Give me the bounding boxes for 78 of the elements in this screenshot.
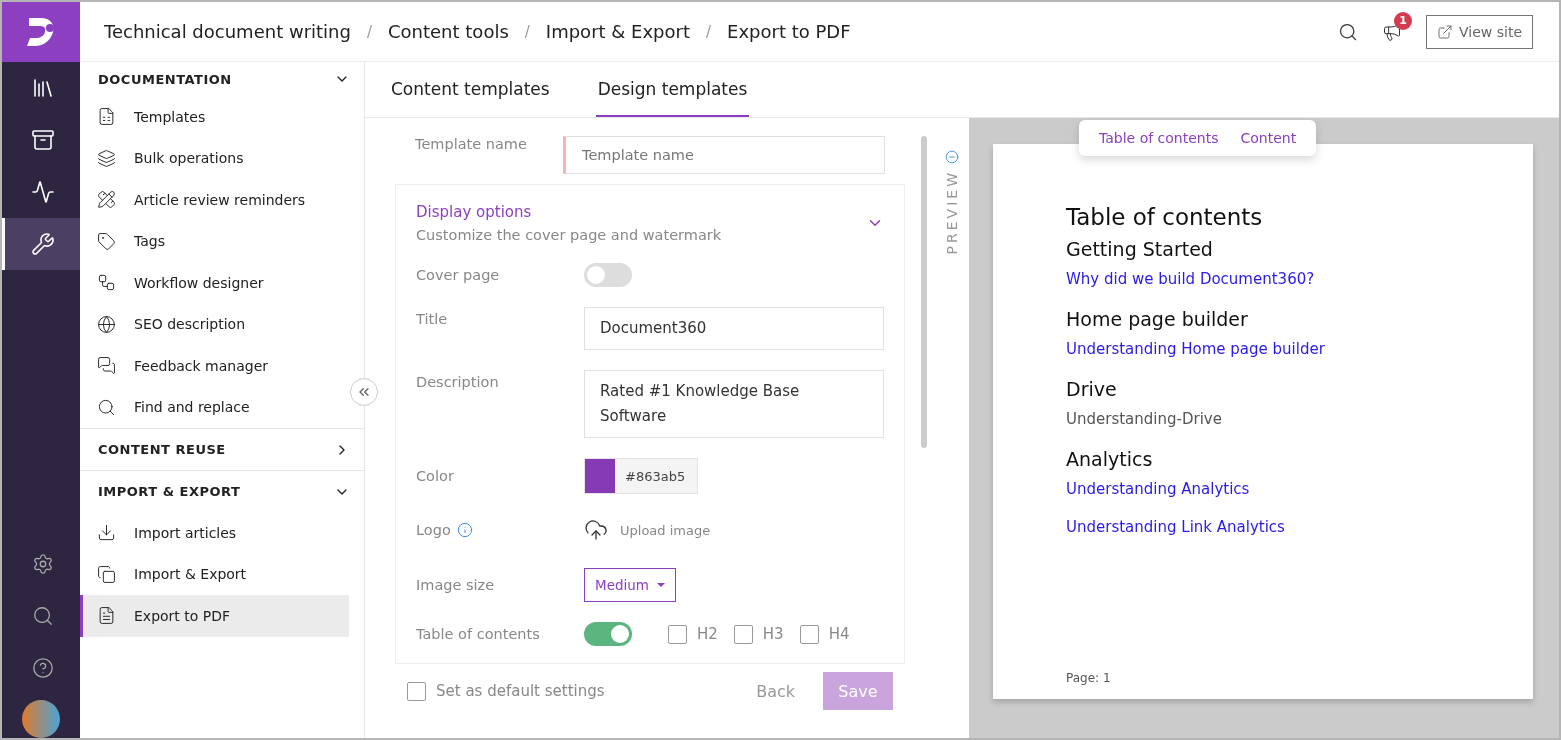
section-title: Display options bbox=[416, 203, 533, 221]
breadcrumb-item[interactable]: Import & Export bbox=[545, 21, 690, 42]
tab[interactable]: Design templates bbox=[595, 62, 750, 117]
pencil-ruler-icon bbox=[97, 190, 116, 210]
preview-link[interactable]: Understanding Home page builder bbox=[1066, 340, 1513, 358]
checkbox[interactable] bbox=[799, 624, 819, 644]
checkbox[interactable] bbox=[668, 624, 687, 644]
copy-icon bbox=[97, 564, 116, 584]
archive-icon bbox=[30, 128, 55, 152]
preview-tab[interactable]: Content bbox=[1240, 130, 1297, 146]
field-label: Cover page bbox=[416, 267, 501, 283]
field-label: Description bbox=[416, 373, 500, 390]
search-icon bbox=[97, 397, 116, 417]
tools-icon bbox=[30, 232, 55, 256]
cover-page-toggle[interactable] bbox=[584, 263, 632, 287]
external-link-icon bbox=[1437, 23, 1454, 40]
logo-icon bbox=[2, 2, 80, 62]
workflow-icon bbox=[97, 273, 116, 293]
preview-link[interactable]: Understanding Analytics bbox=[1066, 480, 1513, 498]
help-icon bbox=[31, 657, 54, 679]
preview-title: Table of contents bbox=[1066, 204, 1264, 230]
search-icon bbox=[31, 605, 54, 627]
breadcrumb-separator: / bbox=[524, 22, 530, 41]
download-icon bbox=[97, 523, 116, 543]
notification-badge: 1 bbox=[1394, 11, 1413, 30]
collapse-icon[interactable] bbox=[945, 150, 959, 164]
preview-heading: Getting Started bbox=[1066, 238, 1214, 260]
upload-image-button[interactable]: Upload image bbox=[584, 518, 711, 542]
tag-icon bbox=[97, 231, 116, 251]
color-picker[interactable]: #863ab5 bbox=[584, 458, 699, 494]
collapse-button[interactable] bbox=[350, 378, 378, 406]
template-name-input[interactable]: Template name bbox=[563, 136, 885, 174]
field-label: Image size bbox=[416, 577, 496, 593]
checkbox[interactable] bbox=[733, 624, 753, 644]
preview-heading: Analytics bbox=[1066, 448, 1154, 470]
preview-heading: Drive bbox=[1066, 378, 1118, 400]
pdf-file-icon bbox=[97, 606, 116, 626]
image-size-select[interactable]: Medium bbox=[584, 568, 676, 602]
checkbox[interactable] bbox=[407, 681, 426, 701]
field-label: Color bbox=[416, 468, 455, 484]
field-label: Table of contents bbox=[416, 626, 541, 642]
checkbox-label: H3 bbox=[762, 625, 784, 643]
field-label: Title bbox=[416, 310, 449, 327]
chat-icon bbox=[97, 356, 116, 376]
field-label: Logo bbox=[416, 522, 451, 538]
spreadsheet-icon bbox=[97, 107, 116, 127]
preview-label: PREVIEW bbox=[944, 170, 960, 255]
field-label: Template name bbox=[414, 136, 528, 152]
title-input[interactable]: Document360 bbox=[584, 307, 884, 350]
preview-link[interactable]: Understanding Link Analytics bbox=[1066, 518, 1513, 536]
info-icon[interactable] bbox=[456, 522, 473, 538]
sidebar-item[interactable]: Export to PDF bbox=[80, 595, 349, 637]
checkbox-label: H4 bbox=[828, 625, 850, 643]
tab[interactable]: Content templates bbox=[389, 62, 552, 117]
breadcrumb-separator: / bbox=[366, 22, 372, 41]
page-number: Page: 1 bbox=[1066, 671, 1111, 685]
breadcrumb-item[interactable]: Export to PDF bbox=[727, 21, 851, 42]
rail-button[interactable] bbox=[2, 218, 80, 270]
toc-toggle[interactable] bbox=[584, 622, 632, 646]
chart-icon bbox=[30, 180, 55, 204]
breadcrumb-item[interactable]: Technical document writing bbox=[104, 21, 351, 42]
settings-icon bbox=[31, 553, 54, 575]
globe-icon bbox=[97, 314, 116, 334]
checkbox-label: Set as default settings bbox=[436, 682, 605, 700]
description-input[interactable]: Rated #1 Knowledge Base Software bbox=[584, 370, 884, 438]
cloud-upload-icon bbox=[584, 518, 608, 542]
view-site-button[interactable]: View site bbox=[1426, 14, 1533, 49]
preview-heading: Home page builder bbox=[1066, 308, 1249, 330]
search-icon[interactable] bbox=[1338, 21, 1359, 42]
preview-link[interactable]: Why did we build Document360? bbox=[1066, 270, 1513, 288]
preview-text: Understanding-Drive bbox=[1066, 410, 1223, 428]
breadcrumb-item[interactable]: Content tools bbox=[388, 21, 509, 42]
section-subtitle: Customize the cover page and watermark bbox=[416, 227, 723, 243]
breadcrumb-separator: / bbox=[706, 22, 712, 41]
layers-icon bbox=[97, 148, 116, 168]
avatar[interactable] bbox=[22, 700, 60, 738]
checkbox-label: H2 bbox=[697, 625, 718, 643]
preview-tab[interactable]: Table of contents bbox=[1099, 130, 1219, 146]
